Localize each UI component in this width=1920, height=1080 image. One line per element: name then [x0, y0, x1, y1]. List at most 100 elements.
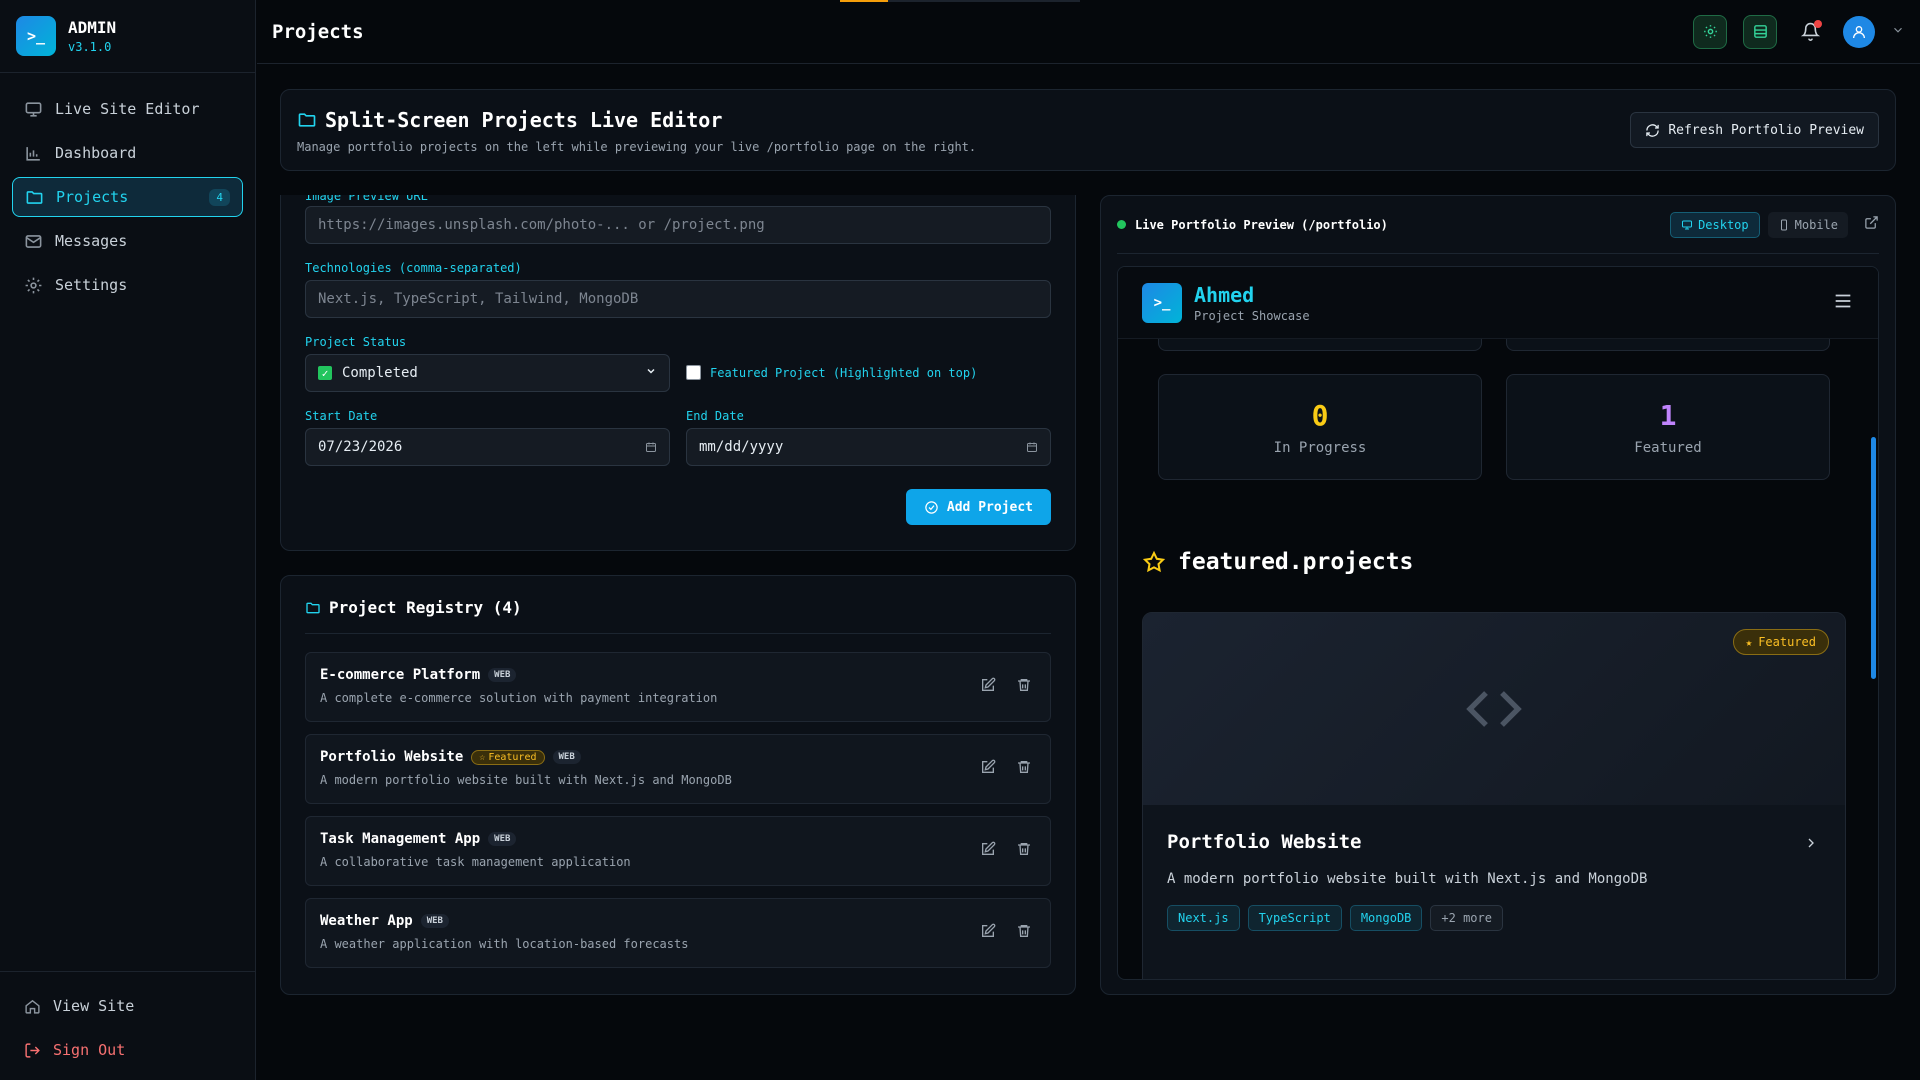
- editor-title: Split-Screen Projects Live Editor: [325, 108, 723, 132]
- monitor-icon: [1682, 220, 1693, 229]
- edit-icon[interactable]: [980, 677, 996, 693]
- project-form: Image Preview URL https://images.unsplas…: [280, 195, 1076, 551]
- registry-item[interactable]: E-commerce Platform WEB A complete e-com…: [305, 652, 1051, 722]
- star-icon: ☆: [479, 751, 486, 763]
- view-site-label: View Site: [53, 997, 135, 1015]
- calendar-icon: [646, 442, 656, 452]
- add-project-button[interactable]: Add Project: [905, 489, 1051, 525]
- brand[interactable]: >_ ADMIN v3.1.0: [0, 0, 255, 73]
- trash-icon[interactable]: [1016, 923, 1032, 939]
- preview-iframe[interactable]: >_ Ahmed Project Showcase 0 In Progress …: [1117, 266, 1879, 980]
- project-card-tags: Next.js TypeScript MongoDB +2 more: [1167, 905, 1821, 931]
- registry-item[interactable]: Task Management App WEB A collaborative …: [305, 816, 1051, 886]
- edit-icon[interactable]: [980, 759, 996, 775]
- start-date-value: 07/23/2026: [318, 439, 403, 455]
- stat-label: Featured: [1634, 439, 1702, 456]
- user-menu-toggle[interactable]: [1891, 22, 1905, 41]
- loading-progress-fill: [840, 0, 888, 2]
- featured-heading-text: featured.projects: [1178, 549, 1414, 575]
- page-title: Projects: [272, 20, 364, 43]
- sidebar-item-settings[interactable]: Settings: [12, 265, 243, 305]
- stat-value: 1: [1659, 398, 1677, 432]
- featured-project-card[interactable]: ★ Featured Portfolio Website A modern po…: [1142, 612, 1846, 979]
- notifications-button[interactable]: [1793, 15, 1827, 49]
- edit-icon[interactable]: [980, 841, 996, 857]
- home-icon: [25, 999, 40, 1014]
- trash-icon[interactable]: [1016, 759, 1032, 775]
- trash-icon[interactable]: [1016, 841, 1032, 857]
- featured-projects-heading: featured.projects: [1142, 549, 1413, 575]
- sidebar-item-label: Dashboard: [55, 144, 137, 162]
- project-type-badge: WEB: [488, 668, 517, 682]
- edit-icon[interactable]: [980, 923, 996, 939]
- open-external-button[interactable]: [1856, 215, 1879, 234]
- terminal-logo-icon: >_: [1142, 282, 1182, 323]
- sidebar-item-label: Settings: [55, 276, 128, 294]
- registry-list: E-commerce Platform WEB A complete e-com…: [305, 652, 1051, 968]
- start-date-input[interactable]: 07/23/2026: [305, 428, 670, 466]
- featured-badge-label: Featured: [1758, 635, 1816, 649]
- refresh-preview-label: Refresh Portfolio Preview: [1668, 122, 1864, 138]
- database-button[interactable]: [1743, 14, 1777, 49]
- sidebar-item-label: Live Site Editor: [55, 100, 200, 118]
- desktop-view-button[interactable]: Desktop: [1670, 211, 1760, 238]
- sidebar-item-label: Projects: [56, 188, 129, 206]
- star-icon: [1142, 550, 1166, 573]
- project-status-label: Project Status: [305, 335, 407, 349]
- project-status-select[interactable]: ✓ Completed: [305, 354, 670, 392]
- live-status-dot: [1117, 220, 1126, 229]
- project-status-value: Completed: [342, 365, 418, 381]
- image-url-input[interactable]: https://images.unsplash.com/photo-... or…: [305, 206, 1051, 244]
- more-tags-badge: +2 more: [1430, 905, 1503, 931]
- project-card-title: Portfolio Website: [1167, 831, 1362, 853]
- user-avatar[interactable]: [1843, 15, 1875, 48]
- sidebar-item-live-site-editor[interactable]: Live Site Editor: [12, 89, 243, 129]
- featured-project-label: Featured Project (Highlighted on top): [710, 365, 978, 380]
- portfolio-navbar: >_ Ahmed Project Showcase: [1118, 267, 1878, 339]
- chevron-down-icon: [647, 368, 655, 374]
- project-type-badge: WEB: [488, 832, 517, 846]
- sidebar-item-messages[interactable]: Messages: [12, 221, 243, 261]
- editor-header: Split-Screen Projects Live Editor Manage…: [280, 89, 1896, 171]
- project-name: Weather App: [320, 913, 413, 929]
- hamburger-menu-button[interactable]: [1832, 290, 1854, 316]
- projects-count-badge: 4: [209, 188, 230, 206]
- chevron-right-icon: [1808, 838, 1814, 848]
- mobile-view-button[interactable]: Mobile: [1767, 211, 1848, 238]
- image-url-label: Image Preview URL: [305, 195, 428, 203]
- stat-card-in-progress: 0 In Progress: [1158, 374, 1482, 480]
- sidebar-item-dashboard[interactable]: Dashboard: [12, 133, 243, 173]
- gear-icon: [25, 277, 42, 293]
- registry-item[interactable]: Portfolio Website ☆ Featured WEB A modern…: [305, 734, 1051, 804]
- preview-scrollbar[interactable]: [1871, 437, 1876, 679]
- project-card-link[interactable]: [1803, 835, 1819, 855]
- logout-icon: [25, 1042, 40, 1058]
- desktop-label: Desktop: [1698, 217, 1749, 232]
- refresh-preview-button[interactable]: Refresh Portfolio Preview: [1630, 112, 1879, 148]
- project-type-badge: WEB: [552, 750, 581, 764]
- end-date-input[interactable]: mm/dd/yyyy: [686, 428, 1051, 466]
- registry-item[interactable]: Weather App WEB A weather application wi…: [305, 898, 1051, 968]
- settings-shortcut-button[interactable]: [1693, 14, 1727, 49]
- end-date-label: End Date: [686, 409, 744, 423]
- gear-icon: [1703, 25, 1717, 38]
- folder-icon: [298, 113, 316, 127]
- technologies-input[interactable]: Next.js, TypeScript, Tailwind, MongoDB: [305, 280, 1051, 318]
- trash-icon[interactable]: [1016, 677, 1032, 693]
- tech-tag: MongoDB: [1349, 905, 1423, 931]
- featured-badge-label: Featured: [488, 751, 537, 763]
- code-icon: [1466, 691, 1522, 727]
- terminal-logo-icon: >_: [16, 16, 56, 56]
- project-description: A complete e-commerce solution with paym…: [320, 691, 718, 705]
- check-circle-icon: [925, 500, 938, 514]
- sidebar-nav: Live Site Editor Dashboard Projects 4 Me…: [0, 73, 255, 325]
- sidebar-item-projects[interactable]: Projects 4: [12, 177, 243, 217]
- featured-project-checkbox[interactable]: Featured Project (Highlighted on top): [686, 365, 977, 380]
- project-description: A weather application with location-base…: [320, 937, 689, 951]
- sidebar-item-label: Messages: [55, 232, 128, 250]
- refresh-icon: [1646, 123, 1660, 137]
- sign-out-button[interactable]: Sign Out: [12, 1028, 243, 1072]
- brand-version: v3.1.0: [68, 40, 112, 54]
- sidebar: >_ ADMIN v3.1.0 Live Site Editor Dashboa…: [0, 0, 256, 1080]
- view-site-link[interactable]: View Site: [12, 984, 243, 1028]
